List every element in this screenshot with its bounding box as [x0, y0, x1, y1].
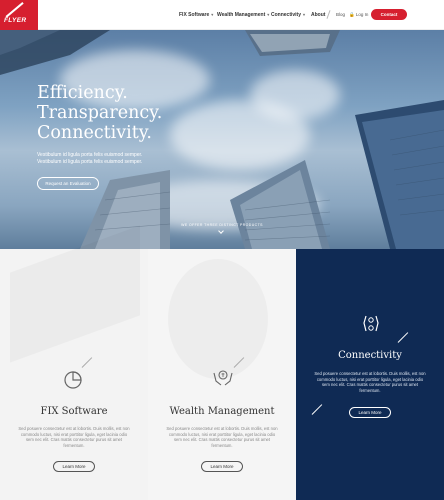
connect-hands-icon: [363, 315, 379, 332]
logo[interactable]: FLYER: [0, 0, 38, 30]
panel-text: Sed posuere consectetur est at lobortis.…: [314, 371, 426, 393]
decorative-line: [81, 357, 93, 368]
connectivity-panel: Connectivity Sed posuere consectetur est…: [296, 249, 444, 500]
nav-item-fix-software[interactable]: FIX Software ▾: [179, 12, 213, 18]
login-link[interactable]: 🔒 Log In: [349, 12, 368, 18]
nav-item-about[interactable]: About: [311, 12, 325, 18]
panel-title: FIX Software: [40, 406, 108, 417]
learn-more-button[interactable]: Learn More: [53, 461, 95, 472]
background-shape: [168, 259, 268, 379]
headline-line: Transparency.: [37, 103, 163, 123]
learn-more-button[interactable]: Learn More: [349, 407, 391, 418]
hero-section: Efficiency. Transparency. Connectivity. …: [0, 30, 444, 249]
panel-title: Connectivity: [338, 350, 402, 361]
decorative-line: [311, 404, 323, 415]
nav-item-wealth-management[interactable]: Wealth Management ▾: [217, 12, 269, 18]
nav-item-label: Connectivity: [271, 12, 302, 18]
nav-item-label: About: [311, 12, 326, 18]
contact-button[interactable]: Contact: [371, 9, 407, 20]
headline-line: Connectivity.: [37, 123, 152, 143]
fix-software-panel: FIX Software Sed posuere consectetur est…: [0, 249, 148, 500]
nav-divider: [326, 10, 331, 19]
panel-text: Sed posuere consectetur est at lobortis.…: [166, 426, 278, 448]
logo-text: FLYER: [4, 17, 27, 24]
learn-more-button[interactable]: Learn More: [201, 461, 243, 472]
site-header: FLYER FIX Software ▾ Wealth Management ▾ C…: [0, 0, 444, 30]
chevron-down-icon: ▾: [303, 12, 306, 17]
chevron-down-icon: ▾: [211, 12, 214, 17]
nav-item-label: FIX Software: [179, 12, 210, 18]
products-teaser: WE OFFER THREE DISTINCT PRODUCTS: [181, 223, 263, 227]
decorative-line: [397, 332, 409, 343]
hands-coin-icon: [213, 370, 233, 386]
pie-chart-icon: [64, 371, 82, 389]
panel-text: Sed posuere consectetur est at lobortis.…: [18, 426, 130, 448]
hero-headline: Efficiency. Transparency. Connectivity.: [37, 83, 162, 143]
logo-slash-icon: [5, 2, 24, 18]
lock-icon: 🔒: [349, 12, 355, 17]
headline-line: Efficiency.: [37, 83, 128, 103]
nav-item-connectivity[interactable]: Connectivity ▾: [271, 12, 305, 18]
wealth-management-panel: Wealth Management Sed posuere consectetu…: [148, 249, 296, 500]
login-label: Log In: [355, 12, 369, 17]
chevron-down-icon: ▾: [267, 12, 270, 17]
request-evaluation-button[interactable]: Request an Evaluation: [37, 177, 99, 190]
nav-item-label: Wealth Management: [217, 12, 266, 18]
panel-title: Wealth Management: [169, 406, 275, 417]
hero-subtext: Vestibulum id ligula porta felis euismod…: [37, 152, 143, 165]
blog-link[interactable]: Blog: [336, 12, 345, 17]
